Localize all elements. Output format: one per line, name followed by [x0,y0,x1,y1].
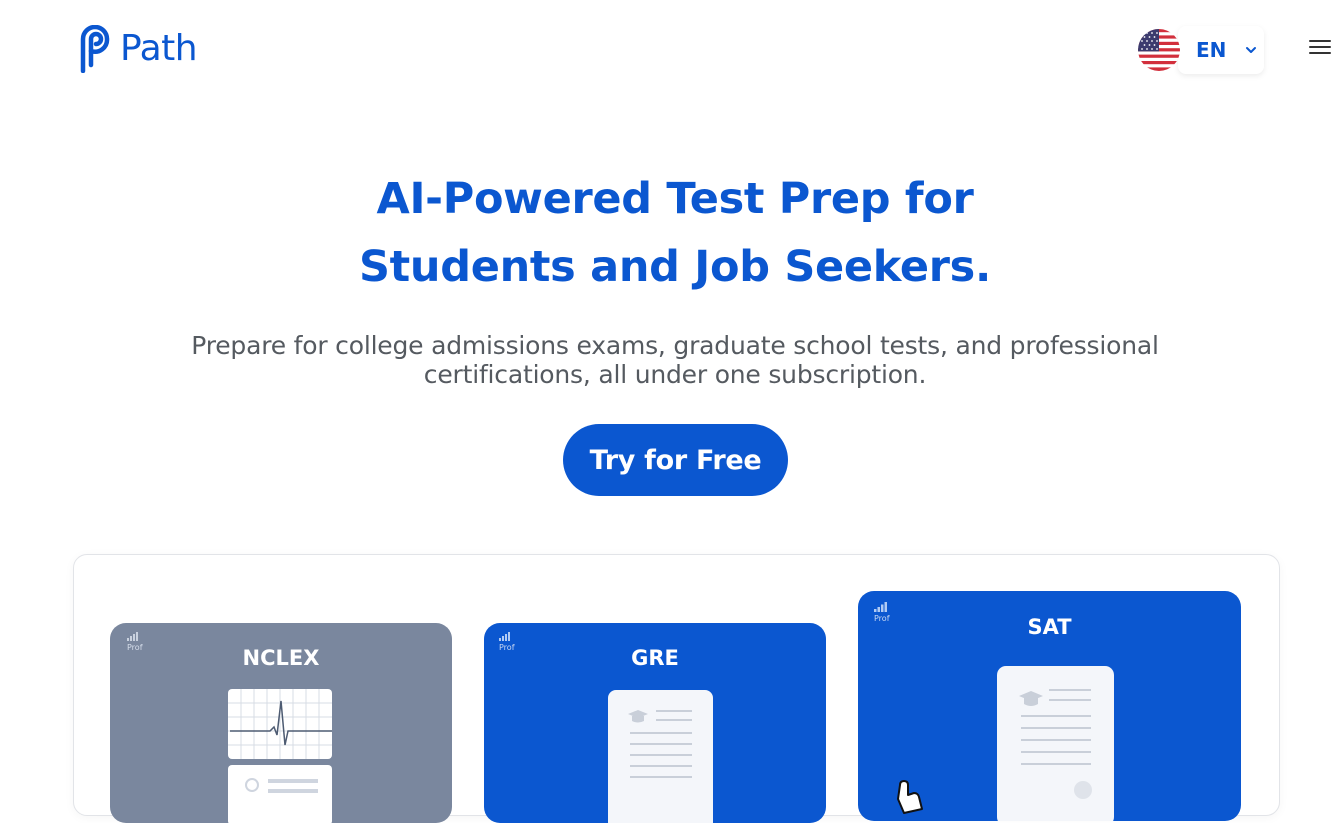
brand-logo[interactable]: Path [79,25,198,73]
exam-card-nclex[interactable]: Prof NCLEX [110,623,452,823]
path-logo-icon [80,25,110,73]
exam-name: SAT [1027,615,1072,639]
hero-subtitle-line2: certifications, all under one subscripti… [423,360,927,389]
chevron-down-icon [1244,43,1258,57]
hero-subtitle-line1: Prepare for college admissions exams, gr… [191,331,1159,360]
language-selector[interactable]: EN [1138,26,1264,74]
hamburger-menu-icon[interactable] [1309,40,1331,56]
hero-title-line2: Students and Job Seekers. [358,242,992,292]
us-flag-icon [1138,29,1180,71]
document-icon [608,690,713,823]
exam-card-gre[interactable]: Prof GRE [484,623,826,823]
certificate-icon [997,666,1114,821]
ecg-chart-icon [228,689,332,823]
language-dropdown[interactable]: EN [1178,26,1264,74]
hero-subtitle: Prepare for college admissions exams, gr… [135,331,1215,389]
exam-name: GRE [631,646,679,670]
hero-title: AI-Powered Test Prep for Students and Jo… [0,165,1333,301]
exam-card-sat[interactable]: Prof SAT [858,591,1241,821]
brand-name: Path [120,28,198,69]
signal-bars-icon [499,632,510,641]
signal-bars-icon [874,602,887,612]
pointer-hand-icon [897,780,923,814]
signal-bars-icon [127,632,138,641]
exam-name: NCLEX [242,646,320,670]
hero-title-line1: AI-Powered Test Prep for [376,174,974,224]
try-for-free-button[interactable]: Try for Free [563,424,788,496]
language-code: EN [1196,38,1227,62]
